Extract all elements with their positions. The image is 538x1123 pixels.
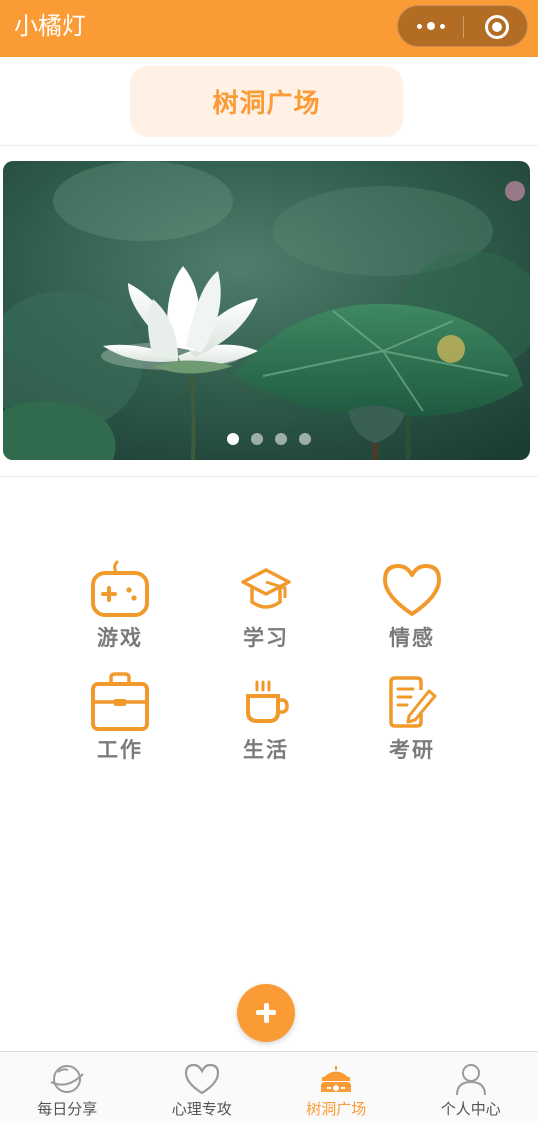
category-emotion[interactable]: 情感 — [357, 560, 467, 660]
coffee-cup-icon — [246, 680, 289, 723]
carousel-icon — [321, 1066, 352, 1092]
navigation-bar: 小橘灯 — [0, 0, 538, 57]
category-work[interactable]: 工作 — [65, 672, 175, 772]
category-study[interactable]: 学习 — [211, 560, 321, 660]
category-postgrad[interactable]: 考研 — [357, 676, 467, 776]
banner-swiper[interactable] — [3, 161, 530, 460]
add-post-button[interactable] — [237, 984, 295, 1042]
category-label: 游戏 — [97, 626, 143, 650]
tab-label: 个人中心 — [440, 1100, 501, 1118]
tab-label: 每日分享 — [37, 1100, 98, 1118]
tab-label: 心理专攻 — [171, 1100, 232, 1118]
heart-outline-icon — [184, 1063, 219, 1095]
app-title: 小橘灯 — [14, 12, 86, 40]
swiper-dot-4[interactable] — [299, 433, 311, 445]
page-title: 树洞广场 — [130, 66, 403, 137]
tab-psychology[interactable]: 心理专攻 — [135, 1052, 270, 1123]
tab-daily-share[interactable]: 每日分享 — [0, 1052, 135, 1123]
planet-icon — [50, 1065, 84, 1093]
more-menu-button[interactable] — [398, 6, 463, 46]
tab-label: 树洞广场 — [306, 1100, 367, 1118]
capsule-divider — [463, 16, 464, 38]
category-life[interactable]: 生活 — [211, 680, 321, 780]
lotus-banner-image — [3, 161, 530, 460]
category-label: 工作 — [97, 738, 143, 762]
user-icon — [455, 1064, 486, 1096]
swiper-dot-1[interactable] — [227, 433, 239, 445]
tab-bar: 每日分享 心理专攻 树洞广场 个人中心 — [0, 1051, 538, 1123]
swiper-dot-3[interactable] — [275, 433, 287, 445]
briefcase-icon — [91, 672, 149, 731]
category-label: 考研 — [389, 738, 435, 762]
graduation-cap-icon — [241, 568, 291, 609]
swiper-dot-2[interactable] — [251, 433, 263, 445]
category-label: 情感 — [389, 626, 435, 650]
gamepad-icon — [91, 560, 149, 617]
category-games[interactable]: 游戏 — [65, 560, 175, 660]
swiper-indicator — [0, 433, 538, 445]
section-divider — [0, 476, 538, 477]
category-label: 生活 — [243, 738, 289, 762]
tab-profile[interactable]: 个人中心 — [404, 1052, 538, 1123]
heart-icon — [383, 564, 441, 616]
mini-program-capsule — [397, 5, 528, 47]
tab-treehole-plaza[interactable]: 树洞广场 — [269, 1052, 404, 1123]
category-label: 学习 — [243, 626, 289, 650]
close-target-icon[interactable] — [485, 15, 509, 39]
notepad-pen-icon — [389, 676, 437, 728]
